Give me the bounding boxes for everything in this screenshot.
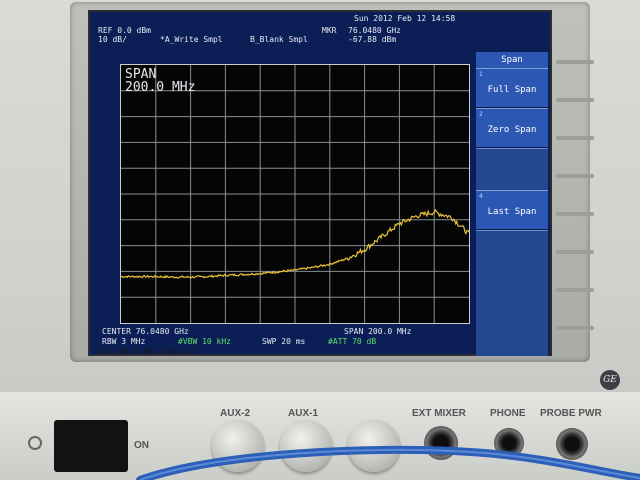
blue-cable (136, 445, 640, 480)
